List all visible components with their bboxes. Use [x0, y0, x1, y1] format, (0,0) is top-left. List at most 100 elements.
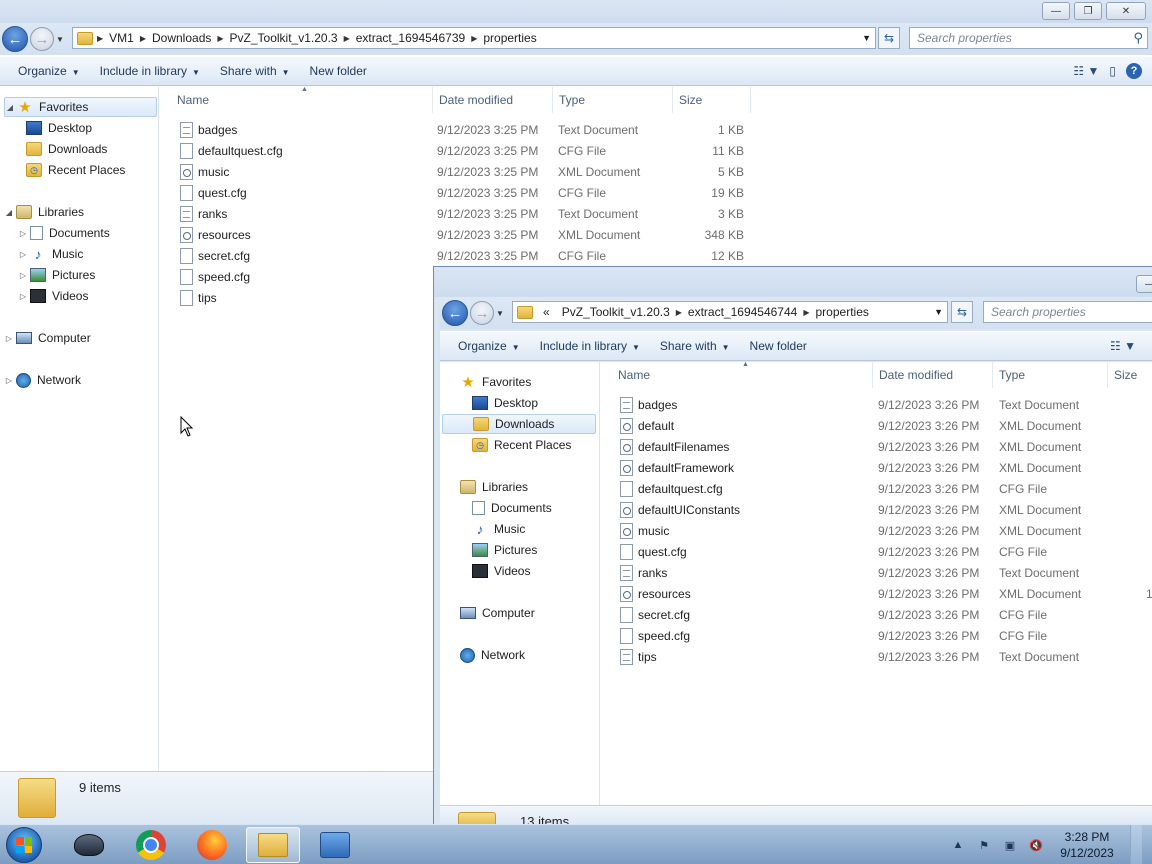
nav-music[interactable]: ▷ ♪ Music — [18, 244, 83, 264]
file-row[interactable]: secret.cfg 9/12/2023 3:25 PM CFG File 12 KB — [160, 245, 1152, 266]
file-row[interactable]: ranks 9/12/2023 3:25 PM Text Document 3 KB — [160, 203, 1152, 224]
nav-recent-places[interactable]: ◷ Recent Places — [460, 435, 571, 455]
breadcrumb-overflow[interactable]: « — [537, 305, 556, 319]
restore-button[interactable]: ❐ — [1074, 2, 1102, 20]
address-dropdown-icon[interactable]: ▼ — [934, 307, 943, 317]
file-row[interactable]: defaultFramework 9/12/2023 3:26 PM XML Doc… — [600, 457, 1152, 478]
nav-documents[interactable]: Documents — [460, 498, 552, 518]
address-bar[interactable]: « PvZ_Toolkit_v1.20.3 ▶ extract_16945467… — [512, 301, 948, 323]
nav-favorites[interactable]: ★ Favorites — [448, 372, 531, 392]
forward-button[interactable]: → — [30, 27, 54, 51]
forward-button[interactable]: → — [470, 301, 494, 325]
nav-libraries[interactable]: ◢ Libraries — [4, 202, 84, 222]
nav-desktop[interactable]: Desktop — [14, 118, 92, 138]
refresh-button[interactable]: ⇆ — [878, 27, 900, 49]
nav-network[interactable]: Network — [448, 645, 525, 665]
nav-downloads[interactable]: Downloads — [442, 414, 596, 434]
nav-downloads[interactable]: Downloads — [14, 139, 107, 159]
breadcrumb-extract[interactable]: extract_1694546744 — [682, 305, 803, 319]
address-dropdown-icon[interactable]: ▼ — [862, 33, 871, 43]
nav-documents[interactable]: ▷ Documents — [18, 223, 110, 243]
column-header-date-modified[interactable]: Date modified — [433, 87, 553, 113]
back-button[interactable]: ← — [442, 300, 468, 326]
new-folder-button[interactable]: New folder — [300, 64, 377, 78]
new-folder-button[interactable]: New folder — [740, 339, 817, 353]
share-with-button[interactable]: Share with ▼ — [650, 339, 740, 353]
nav-pictures[interactable]: ▷ Pictures — [18, 265, 95, 285]
nav-computer[interactable]: ▷ Computer — [4, 328, 91, 348]
recent-pages-dropdown[interactable]: ▼ — [54, 35, 66, 44]
show-desktop-button[interactable] — [1130, 825, 1142, 864]
search-icon[interactable]: ⚲ — [1133, 30, 1143, 46]
column-header-size[interactable]: Size — [1108, 362, 1152, 388]
title-bar[interactable]: — — [434, 267, 1152, 297]
taskbar-windows-explorer[interactable] — [246, 827, 300, 863]
address-bar[interactable]: ▶ VM1 ▶ Downloads ▶ PvZ_Toolkit_v1.20.3 … — [72, 27, 876, 49]
view-options-icon[interactable]: ☷ ▼ — [1073, 64, 1099, 78]
file-row[interactable]: music 9/12/2023 3:26 PM XML Document — [600, 520, 1152, 541]
file-row[interactable]: tips 9/12/2023 3:26 PM Text Document — [600, 646, 1152, 667]
preview-pane-icon[interactable]: ▯ — [1109, 64, 1116, 78]
breadcrumb-properties[interactable]: properties — [810, 305, 875, 319]
view-options-icon[interactable]: ☷ ▼ — [1110, 339, 1136, 353]
column-header-date-modified[interactable]: Date modified — [873, 362, 993, 388]
nav-computer[interactable]: Computer — [448, 603, 535, 623]
breadcrumb-extract[interactable]: extract_1694546739 — [350, 31, 471, 45]
file-row[interactable]: ranks 9/12/2023 3:26 PM Text Document — [600, 562, 1152, 583]
refresh-button[interactable]: ⇆ — [951, 301, 973, 323]
taskbar-remote-desktop[interactable] — [62, 827, 116, 863]
column-header-name[interactable]: Name ▲ — [612, 362, 873, 388]
show-hidden-icons-icon[interactable]: ▲ — [950, 838, 966, 852]
search-input[interactable]: Search properties — [983, 301, 1152, 323]
breadcrumb-pvz-toolkit[interactable]: PvZ_Toolkit_v1.20.3 — [224, 31, 344, 45]
nav-videos[interactable]: Videos — [460, 561, 530, 581]
title-bar[interactable]: — ❐ ✕ — [0, 0, 1152, 24]
help-icon[interactable]: ? — [1126, 63, 1142, 79]
file-row[interactable]: default 9/12/2023 3:26 PM XML Document — [600, 415, 1152, 436]
file-row[interactable]: quest.cfg 9/12/2023 3:25 PM CFG File 19 KB — [160, 182, 1152, 203]
file-row[interactable]: defaultFilenames 9/12/2023 3:26 PM XML Doc… — [600, 436, 1152, 457]
share-with-button[interactable]: Share with ▼ — [210, 64, 300, 78]
nav-network[interactable]: ▷ Network — [4, 370, 81, 390]
nav-favorites[interactable]: ◢ ★ Favorites — [4, 97, 157, 117]
file-row[interactable]: defaultUIConstants 9/12/2023 3:26 PM XML D… — [600, 499, 1152, 520]
network-status-icon[interactable]: ▣ — [1002, 838, 1018, 852]
clock[interactable]: 3:28 PM 9/12/2023 — [1054, 829, 1120, 861]
file-row[interactable]: badges 9/12/2023 3:26 PM Text Document — [600, 394, 1152, 415]
nav-music[interactable]: ♪ Music — [460, 519, 526, 539]
nav-recent-places[interactable]: ◷ Recent Places — [14, 160, 125, 180]
organize-button[interactable]: Organize ▼ — [8, 64, 90, 78]
close-button[interactable]: ✕ — [1106, 2, 1146, 20]
volume-muted-icon[interactable]: 🔇 — [1028, 838, 1044, 852]
minimize-button[interactable]: — — [1042, 2, 1070, 20]
recent-pages-dropdown[interactable]: ▼ — [494, 309, 506, 318]
minimize-button[interactable]: — — [1136, 275, 1152, 293]
column-header-size[interactable]: Size — [673, 87, 751, 113]
file-row[interactable]: badges 9/12/2023 3:25 PM Text Document 1 KB — [160, 119, 1152, 140]
nav-libraries[interactable]: Libraries — [448, 477, 528, 497]
taskbar-vm-manager[interactable] — [308, 827, 362, 863]
column-header-type[interactable]: Type — [993, 362, 1108, 388]
column-header-name[interactable]: Name ▲ — [171, 87, 433, 113]
file-row[interactable]: music 9/12/2023 3:25 PM XML Document 5 KB — [160, 161, 1152, 182]
start-button[interactable] — [6, 827, 42, 863]
nav-videos[interactable]: ▷ Videos — [18, 286, 88, 306]
breadcrumb-pvz-toolkit[interactable]: PvZ_Toolkit_v1.20.3 — [556, 305, 676, 319]
file-row[interactable]: speed.cfg 9/12/2023 3:26 PM CFG File — [600, 625, 1152, 646]
file-row[interactable]: resources 9/12/2023 3:26 PM XML Document 1,… — [600, 583, 1152, 604]
action-center-flag-icon[interactable]: ⚑ — [976, 838, 992, 852]
file-row[interactable]: secret.cfg 9/12/2023 3:26 PM CFG File — [600, 604, 1152, 625]
nav-desktop[interactable]: Desktop — [460, 393, 538, 413]
include-in-library-button[interactable]: Include in library ▼ — [90, 64, 210, 78]
include-in-library-button[interactable]: Include in library ▼ — [530, 339, 650, 353]
organize-button[interactable]: Organize ▼ — [448, 339, 530, 353]
taskbar-firefox[interactable] — [185, 827, 239, 863]
breadcrumb-vm1[interactable]: VM1 — [103, 31, 140, 45]
breadcrumb-properties[interactable]: properties — [477, 31, 542, 45]
search-input[interactable]: Search properties ⚲ — [909, 27, 1148, 49]
breadcrumb-downloads[interactable]: Downloads — [146, 31, 217, 45]
file-row[interactable]: defaultquest.cfg 9/12/2023 3:26 PM CFG Fil… — [600, 478, 1152, 499]
column-header-type[interactable]: Type — [553, 87, 673, 113]
file-row[interactable]: quest.cfg 9/12/2023 3:26 PM CFG File — [600, 541, 1152, 562]
back-button[interactable]: ← — [2, 26, 28, 52]
